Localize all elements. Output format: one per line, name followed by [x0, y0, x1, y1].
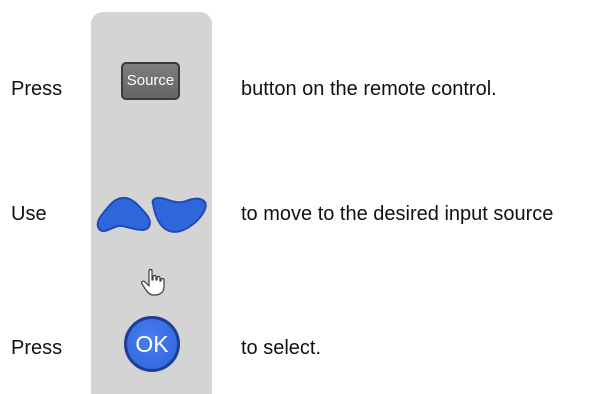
ok-button[interactable]: OK	[124, 316, 180, 372]
step-1-text: button on the remote control.	[241, 78, 497, 100]
step-2-text: to move to the desired input source	[241, 203, 554, 225]
step-3-label: Press	[11, 337, 63, 359]
step-1-label: Press	[11, 78, 63, 100]
step-2-label: Use	[11, 203, 47, 225]
right-arrow-key-icon[interactable]	[149, 194, 209, 234]
left-arrow-key-icon[interactable]	[94, 194, 154, 234]
hand-pointer-icon	[141, 268, 165, 296]
source-button[interactable]: Source	[121, 62, 180, 100]
step-3-text: to select.	[241, 337, 322, 359]
